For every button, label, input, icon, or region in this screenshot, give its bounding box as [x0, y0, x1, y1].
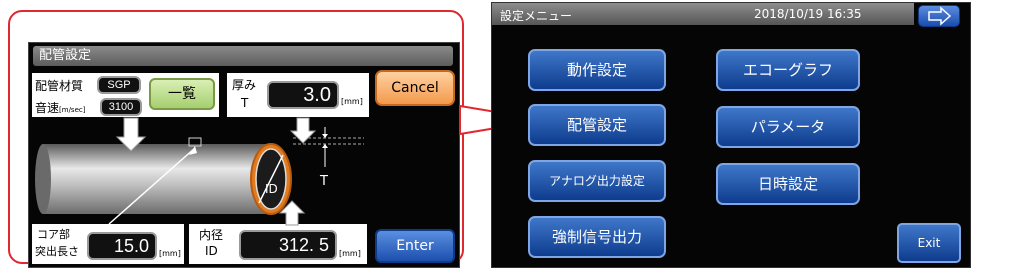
- operation-settings-button[interactable]: 動作設定: [528, 49, 666, 91]
- right-arrow-icon: [928, 6, 952, 26]
- pipe-settings-screen: 配管設定 配管材質 SGP 音速[m/sec] 3100 一覧 厚み T 3.0…: [28, 42, 460, 268]
- menu-datetime: 2018/10/19 16:35: [754, 7, 862, 21]
- next-screen-button[interactable]: [918, 5, 960, 27]
- analog-output-button[interactable]: アナログ出力設定: [528, 160, 666, 202]
- menu-titlebar: 設定メニュー 2018/10/19 16:35: [492, 3, 914, 25]
- echo-graph-button[interactable]: エコーグラフ: [716, 49, 860, 91]
- zoom-callout: 配管設定 配管材質 SGP 音速[m/sec] 3100 一覧 厚み T 3.0…: [8, 10, 464, 268]
- thickness-arrow-icon: [289, 117, 317, 144]
- settings-menu-screen: 設定メニュー 2018/10/19 16:35 動作設定 エコーグラフ 配管設定…: [491, 2, 971, 268]
- pipe-diagram: ID T: [35, 117, 364, 226]
- forced-signal-output-button[interactable]: 強制信号出力: [528, 216, 666, 258]
- pipe-body: [43, 144, 271, 214]
- thickness-arrow-up: [322, 144, 328, 148]
- exit-button[interactable]: Exit: [897, 223, 961, 263]
- diagram-t-text: T: [319, 174, 328, 189]
- parameter-button[interactable]: パラメータ: [716, 106, 860, 148]
- menu-title: 設定メニュー: [500, 9, 573, 23]
- pipe-settings-button[interactable]: 配管設定: [528, 104, 666, 146]
- pipe-far-end: [35, 144, 51, 214]
- diagram-id-text: ID: [265, 182, 278, 196]
- thickness-arrow-down: [322, 134, 328, 138]
- datetime-settings-button[interactable]: 日時設定: [716, 163, 860, 205]
